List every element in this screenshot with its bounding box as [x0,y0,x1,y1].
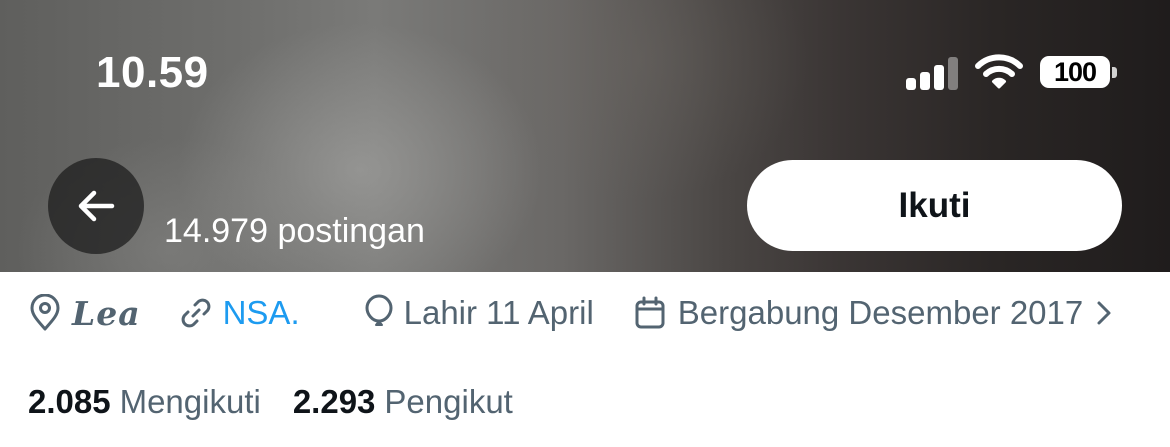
follow-button[interactable]: Ikuti [747,160,1122,251]
location-pin-icon [30,294,60,331]
balloon-icon [365,294,393,326]
battery-icon: 100 [1040,56,1118,92]
signal-icon [906,56,962,90]
profile-page: 10.59 100 14.979 postingan Ikuti Lea NSA… [0,0,1170,447]
location-text: Lea [72,293,141,333]
link-icon [181,298,210,328]
status-time: 10.59 [96,48,209,97]
joined-text: Bergabung Desember 2017 [677,294,1084,331]
calendar-icon [635,296,665,329]
chevron-right-icon [1097,301,1111,325]
followers-link[interactable]: 2.293 Pengikut [293,383,513,421]
followers-count: 2.293 [292,383,376,420]
follow-stats: 2.085 Mengikuti 2.293 Pengikut [28,380,513,424]
battery-tip [1112,67,1117,78]
back-button[interactable] [48,158,144,254]
birthday-item: Lahir 11 April [364,294,594,332]
battery-level: 100 [1040,56,1110,88]
website-item[interactable]: NSA. [179,294,300,332]
following-link[interactable]: 2.085 Mengikuti [28,383,261,421]
website-link[interactable]: NSA. [223,294,300,332]
arrow-left-icon [78,190,115,222]
profile-info-row: Lea NSA. Lahir 11 April Bergabung Desemb… [28,290,1148,336]
joined-item[interactable]: Bergabung Desember 2017 [634,294,1113,332]
followers-label: Pengikut [384,383,513,420]
following-count: 2.085 [28,383,111,420]
post-count: 14.979 postingan [164,212,425,250]
wifi-icon [975,54,1023,89]
following-label: Mengikuti [119,383,261,420]
birthday-text: Lahir 11 April [403,294,594,331]
location-item: Lea [28,294,141,333]
